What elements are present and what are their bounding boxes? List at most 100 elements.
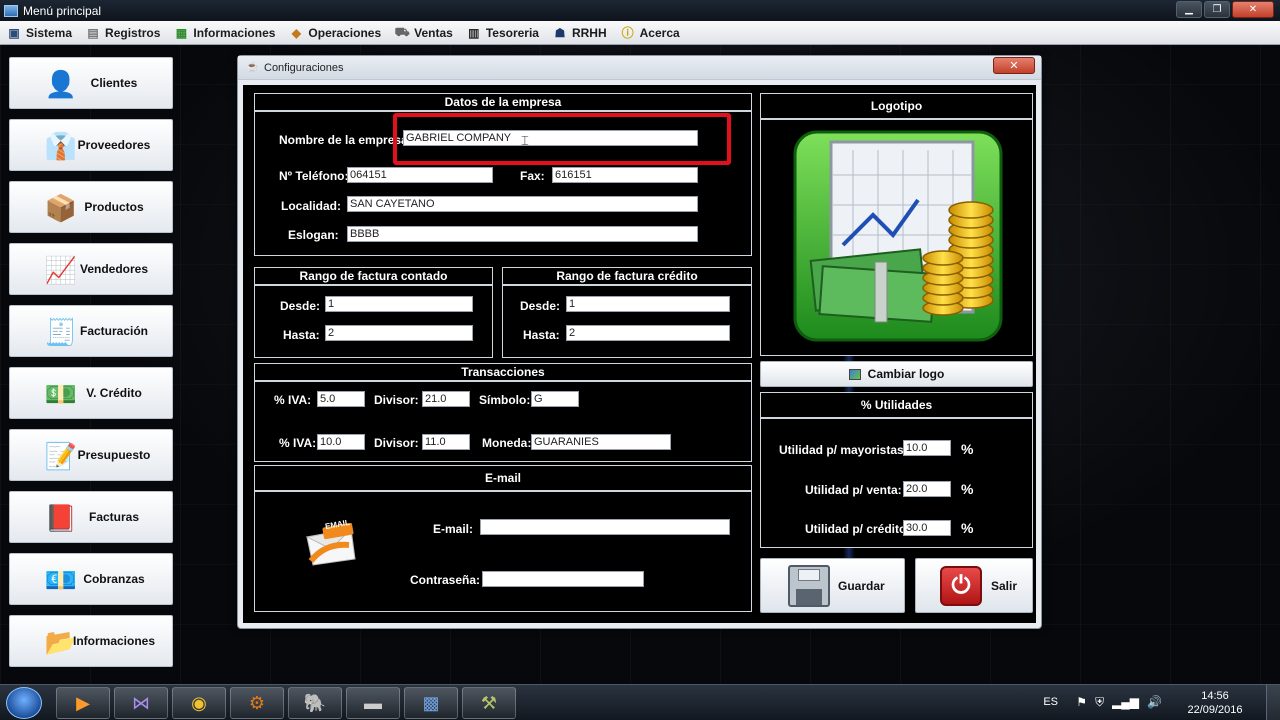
config-dialog: ☕ Configuraciones ✕ Datos de la empresa … <box>237 55 1042 629</box>
iva1-input[interactable]: 5.0 <box>317 391 365 407</box>
tray-icons: ⚑ ⛨ ▂▄▆ 🔊 <box>1076 695 1162 710</box>
dialog-close-button[interactable]: ✕ <box>993 57 1035 74</box>
cash-to-input[interactable]: 2 <box>325 325 473 341</box>
taskbar-java-ide[interactable]: ⚙ <box>230 687 284 719</box>
menu-acerca[interactable]: ⓘ Acerca <box>620 25 680 41</box>
cash-range-header: Rango de factura contado <box>255 268 492 286</box>
sidebar-facturacion-button[interactable]: 🧾 Facturación <box>9 305 173 357</box>
slogan-label: Eslogan: <box>288 228 339 242</box>
iva1-label: % IVA: <box>274 393 312 407</box>
fax-label: Fax: <box>520 169 545 183</box>
cash-from-label: Desde: <box>280 299 321 313</box>
phone-label: Nº Teléfono: <box>279 169 349 183</box>
sidebar-presupuesto-button[interactable]: 📝 Presupuesto <box>9 429 173 481</box>
email-label: E-mail: <box>433 522 474 536</box>
menu-ventas[interactable]: ⛟ Ventas <box>394 25 453 40</box>
tool-icon: ⚒ <box>480 692 498 713</box>
taskbar-chrome[interactable]: ◉ <box>172 687 226 719</box>
cash-to-label: Hasta: <box>283 328 320 342</box>
minimize-button[interactable]: ▁ <box>1176 1 1202 18</box>
save-button[interactable]: Guardar <box>760 558 905 613</box>
menu-informaciones[interactable]: ▦ Informaciones <box>173 25 276 40</box>
sidebar-vcredito-button[interactable]: 💵 V. Crédito <box>9 367 173 419</box>
taskbar-media-player[interactable]: ▶ <box>56 687 110 719</box>
power-icon: ⏻ <box>940 565 982 606</box>
company-logo-image <box>793 130 1003 342</box>
clock[interactable]: 14:56 22/09/2016 <box>1180 689 1250 717</box>
info-icon: ⓘ <box>621 26 634 40</box>
book-icon: ▥ <box>468 25 480 40</box>
close-window-button[interactable]: ✕ <box>1232 1 1274 18</box>
logo-header: Logotipo <box>761 94 1032 120</box>
signal-icon[interactable]: ▂▄▆ <box>1112 695 1139 710</box>
div2-input[interactable]: 11.0 <box>422 434 470 450</box>
taskbar-database[interactable]: 🐘 <box>288 687 342 719</box>
floppy-disk-icon <box>788 564 830 607</box>
menubar: ▣ Sistema ▤ Registros ▦ Informaciones ◆ Oper… <box>0 21 1280 45</box>
profit-header: % Utilidades <box>761 393 1032 419</box>
language-indicator[interactable]: ES <box>1043 696 1058 708</box>
computer-icon: ▣ <box>8 25 20 40</box>
menu-tesoreria[interactable]: ▥ Tesoreria <box>466 25 539 40</box>
currency-input[interactable]: GUARANIES <box>531 434 671 450</box>
sale-input[interactable]: 20.0 <box>903 481 951 497</box>
sidebar-productos-button[interactable]: 📦 Productos <box>9 181 173 233</box>
show-desktop-button[interactable] <box>1266 685 1280 720</box>
email-envelope-icon: EMAIL <box>305 518 357 567</box>
menu-operaciones[interactable]: ◆ Operaciones <box>288 25 381 40</box>
symbol-label: Símbolo: <box>479 393 531 407</box>
maximize-button[interactable]: ❐ <box>1204 1 1230 18</box>
box-icon: ◆ <box>291 25 302 40</box>
volume-icon[interactable]: 🔊 <box>1147 695 1162 710</box>
java-ide-icon: ⚙ <box>248 692 266 713</box>
iva2-input[interactable]: 10.0 <box>317 434 365 450</box>
sidebar-cobranzas-button[interactable]: 💶 Cobranzas <box>9 553 173 605</box>
exit-button[interactable]: ⏻ Salir <box>915 558 1033 613</box>
sidebar-clientes-button[interactable]: 👤 Clientes <box>9 57 173 109</box>
credit-profit-input[interactable]: 30.0 <box>903 520 951 536</box>
email-input[interactable] <box>480 519 730 535</box>
security-icon[interactable]: ⛨ <box>1095 695 1104 710</box>
slogan-input[interactable]: BBBB <box>347 226 698 242</box>
fax-input[interactable]: 616151 <box>552 167 698 183</box>
menu-rrhh[interactable]: ☗ RRHH <box>552 25 607 40</box>
credit-from-input[interactable]: 1 <box>566 296 730 312</box>
credit-to-input[interactable]: 2 <box>566 325 730 341</box>
people-icon: ☗ <box>554 25 566 40</box>
company-panel-header: Datos de la empresa <box>255 94 751 112</box>
sidebar-facturas-button[interactable]: 📕 Facturas <box>9 491 173 543</box>
sidebar-vendedores-button[interactable]: 📈 Vendedores <box>9 243 173 295</box>
div1-label: Divisor: <box>374 393 419 407</box>
menu-sistema[interactable]: ▣ Sistema <box>6 25 72 40</box>
app-icon: ▬ <box>364 692 382 713</box>
taskbar-app[interactable]: ▬ <box>346 687 400 719</box>
wholesale-label: Utilidad p/ mayoristas: <box>779 443 908 457</box>
start-button[interactable] <box>6 687 42 719</box>
div1-input[interactable]: 21.0 <box>422 391 470 407</box>
sidebar-proveedores-button[interactable]: 👔 Proveedores <box>9 119 173 171</box>
menu-registros[interactable]: ▤ Registros <box>85 25 160 40</box>
network-icon: ▩ <box>422 692 440 713</box>
credit-profit-label: Utilidad p/ crédito: <box>805 522 911 536</box>
window-title: Menú principal <box>23 3 102 18</box>
close-icon: ✕ <box>1248 4 1258 15</box>
flag-icon[interactable]: ⚑ <box>1076 695 1087 710</box>
password-input[interactable] <box>482 571 644 587</box>
taskbar-tool[interactable]: ⚒ <box>462 687 516 719</box>
symbol-input[interactable]: G <box>531 391 579 407</box>
sidebar-informaciones-button[interactable]: 📂 Informaciones <box>9 615 173 667</box>
email-header: E-mail <box>255 466 751 492</box>
company-name-input[interactable]: GABRIEL COMPANY <box>403 130 698 146</box>
taskbar-visual-studio[interactable]: ⋈ <box>114 687 168 719</box>
cash-from-input[interactable]: 1 <box>325 296 473 312</box>
window-controls: ▁ ❐ ✕ <box>1176 1 1274 18</box>
restore-icon: ❐ <box>1212 4 1222 15</box>
taskbar-network[interactable]: ▩ <box>404 687 458 719</box>
phone-input[interactable]: 064151 <box>347 167 493 183</box>
transactions-header: Transacciones <box>255 364 751 382</box>
change-logo-button[interactable]: Cambiar logo <box>760 361 1033 387</box>
minimize-icon: ▁ <box>1185 4 1193 15</box>
company-name-label: Nombre de la empresa: <box>279 133 412 147</box>
city-input[interactable]: SAN CAYETANO <box>347 196 698 212</box>
wholesale-input[interactable]: 10.0 <box>903 440 951 456</box>
